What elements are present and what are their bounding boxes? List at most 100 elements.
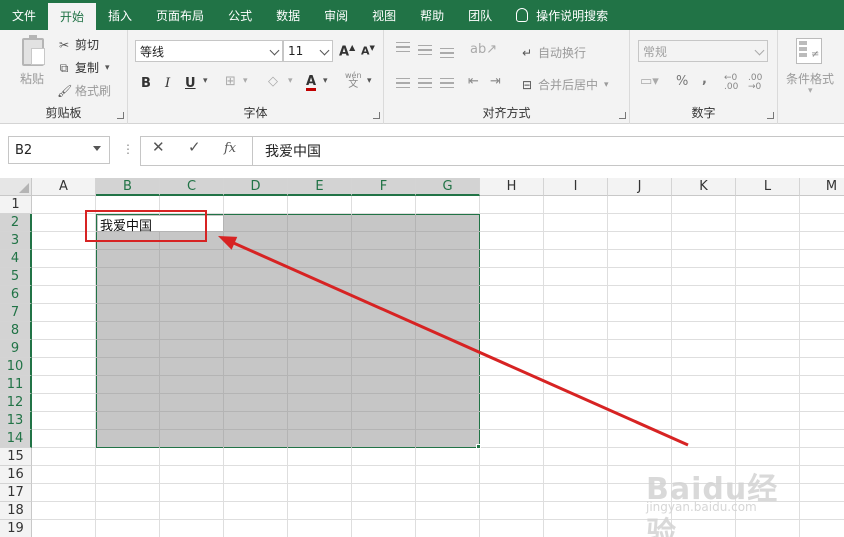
more-icon[interactable]: ⋮ — [122, 142, 134, 156]
comma-button[interactable]: , — [702, 72, 707, 87]
align-left-icon[interactable] — [396, 78, 410, 88]
name-box[interactable]: B2 — [8, 136, 110, 164]
chevron-down-icon[interactable]: ▾ — [367, 76, 372, 86]
row-header-5[interactable]: 5 — [0, 268, 32, 286]
row-header-13[interactable]: 13 — [0, 412, 32, 430]
bold-button[interactable]: B — [141, 76, 151, 91]
column-header-g[interactable]: G — [416, 178, 480, 196]
tab-data[interactable]: 数据 — [264, 0, 312, 30]
clipboard-group-label: 剪贴板 — [45, 106, 82, 120]
formula-input[interactable]: 我爱中国 — [252, 136, 844, 166]
shrink-font-button[interactable]: A▼ — [361, 44, 375, 58]
align-bottom-icon[interactable] — [440, 48, 454, 58]
column-header-k[interactable]: K — [672, 178, 736, 196]
row-header-7[interactable]: 7 — [0, 304, 32, 322]
tab-view[interactable]: 视图 — [360, 0, 408, 30]
row-header-8[interactable]: 8 — [0, 322, 32, 340]
row-header-16[interactable]: 16 — [0, 466, 32, 484]
clipboard-dialog-launcher[interactable] — [117, 112, 124, 119]
row-header-18[interactable]: 18 — [0, 502, 32, 520]
orientation-icon[interactable]: ab↗ — [470, 42, 497, 57]
tab-help[interactable]: 帮助 — [408, 0, 456, 30]
align-center-icon[interactable] — [418, 78, 432, 88]
alignment-dialog-launcher[interactable] — [619, 112, 626, 119]
paste-button[interactable]: 粘贴 — [20, 70, 44, 87]
chevron-down-icon[interactable]: ▾ — [243, 76, 248, 86]
underline-button[interactable]: U — [185, 76, 196, 91]
align-right-icon[interactable] — [440, 78, 454, 88]
row-header-4[interactable]: 4 — [0, 250, 32, 268]
column-header-e[interactable]: E — [288, 178, 352, 196]
cancel-icon[interactable]: ✕ — [152, 138, 165, 156]
font-color-button[interactable]: A — [306, 75, 317, 91]
wrap-text-button[interactable]: ↵ 自动换行 — [520, 44, 586, 61]
copy-button[interactable]: ⧉ 复制 ▾ — [57, 59, 110, 76]
column-header-m[interactable]: M — [800, 178, 844, 196]
fill-handle[interactable] — [476, 444, 481, 449]
number-dialog-launcher[interactable] — [767, 112, 774, 119]
percent-button[interactable]: % — [676, 74, 688, 89]
selection-gridline-horizontal — [96, 249, 480, 250]
tab-review[interactable]: 审阅 — [312, 0, 360, 30]
row-header-10[interactable]: 10 — [0, 358, 32, 376]
row-header-12[interactable]: 12 — [0, 394, 32, 412]
column-header-d[interactable]: D — [224, 178, 288, 196]
increase-decimal-button[interactable]: ←0 .00 — [724, 74, 746, 92]
row-header-6[interactable]: 6 — [0, 286, 32, 304]
row-header-9[interactable]: 9 — [0, 340, 32, 358]
format-painter-button[interactable]: 🖌 格式刷 — [57, 82, 111, 99]
insert-function-icon[interactable]: fx — [224, 141, 236, 156]
row-header-19[interactable]: 19 — [0, 520, 32, 537]
tab-home[interactable]: 开始 — [48, 3, 97, 30]
merge-center-button[interactable]: ⊟ 合并后居中 ▾ — [520, 76, 609, 93]
currency-icon[interactable]: ▭▾ — [640, 74, 659, 89]
row-header-17[interactable]: 17 — [0, 484, 32, 502]
row-header-1[interactable]: 1 — [0, 196, 32, 214]
row-header-14[interactable]: 14 — [0, 430, 32, 448]
column-header-f[interactable]: F — [352, 178, 416, 196]
border-icon[interactable]: ⊞ — [225, 74, 236, 89]
decrease-indent-icon[interactable]: ⇤ — [468, 74, 479, 89]
align-middle-icon[interactable] — [418, 45, 432, 55]
row-header-3[interactable]: 3 — [0, 232, 32, 250]
decrease-decimal-button[interactable]: .00 →0 — [748, 74, 770, 92]
row-header-11[interactable]: 11 — [0, 376, 32, 394]
number-format-select[interactable]: 常规 — [638, 40, 768, 62]
tab-page-layout[interactable]: 页面布局 — [144, 0, 216, 30]
italic-button[interactable]: I — [165, 76, 170, 91]
tab-formulas[interactable]: 公式 — [216, 0, 264, 30]
column-header-b[interactable]: B — [96, 178, 160, 196]
enter-icon[interactable]: ✓ — [188, 138, 201, 156]
row-header-15[interactable]: 15 — [0, 448, 32, 466]
column-header-a[interactable]: A — [32, 178, 96, 196]
increase-indent-icon[interactable]: ⇥ — [490, 74, 501, 89]
chevron-down-icon[interactable]: ▾ — [203, 76, 208, 86]
select-all-button[interactable] — [0, 178, 32, 196]
fill-color-icon[interactable]: ◇ — [268, 74, 278, 89]
tell-me-search[interactable]: 操作说明搜索 — [504, 0, 620, 30]
cut-button[interactable]: ✂ 剪切 — [57, 36, 99, 53]
font-size-select[interactable]: 11 — [283, 40, 333, 62]
conditional-format-button[interactable]: 条件格式 — [786, 70, 834, 87]
chevron-down-icon[interactable]: ▾ — [808, 86, 813, 96]
chevron-down-icon[interactable]: ▾ — [323, 76, 328, 86]
column-header-h[interactable]: H — [480, 178, 544, 196]
gridline-vertical — [543, 196, 544, 537]
tab-insert[interactable]: 插入 — [96, 0, 144, 30]
column-header-j[interactable]: J — [608, 178, 672, 196]
column-header-i[interactable]: I — [544, 178, 608, 196]
column-header-l[interactable]: L — [736, 178, 800, 196]
grow-font-button[interactable]: A▲ — [339, 43, 355, 59]
font-dialog-launcher[interactable] — [373, 112, 380, 119]
chevron-down-icon: ▾ — [604, 79, 609, 90]
font-name-select[interactable]: 等线 — [135, 40, 283, 62]
group-font: 等线 11 A▲ A▼ B I U ▾ ⊞ ▾ ◇ ▾ A ▾ wén 文 ▾ 字… — [128, 30, 384, 124]
tab-file[interactable]: 文件 — [0, 0, 48, 30]
tab-team[interactable]: 团队 — [456, 0, 504, 30]
chevron-down-icon[interactable]: ▾ — [288, 76, 293, 86]
align-top-icon[interactable] — [396, 42, 410, 52]
column-header-c[interactable]: C — [160, 178, 224, 196]
row-header-2[interactable]: 2 — [0, 214, 32, 232]
phonetic-guide-button[interactable]: wén 文 — [345, 71, 362, 90]
merge-icon: ⊟ — [521, 77, 533, 92]
